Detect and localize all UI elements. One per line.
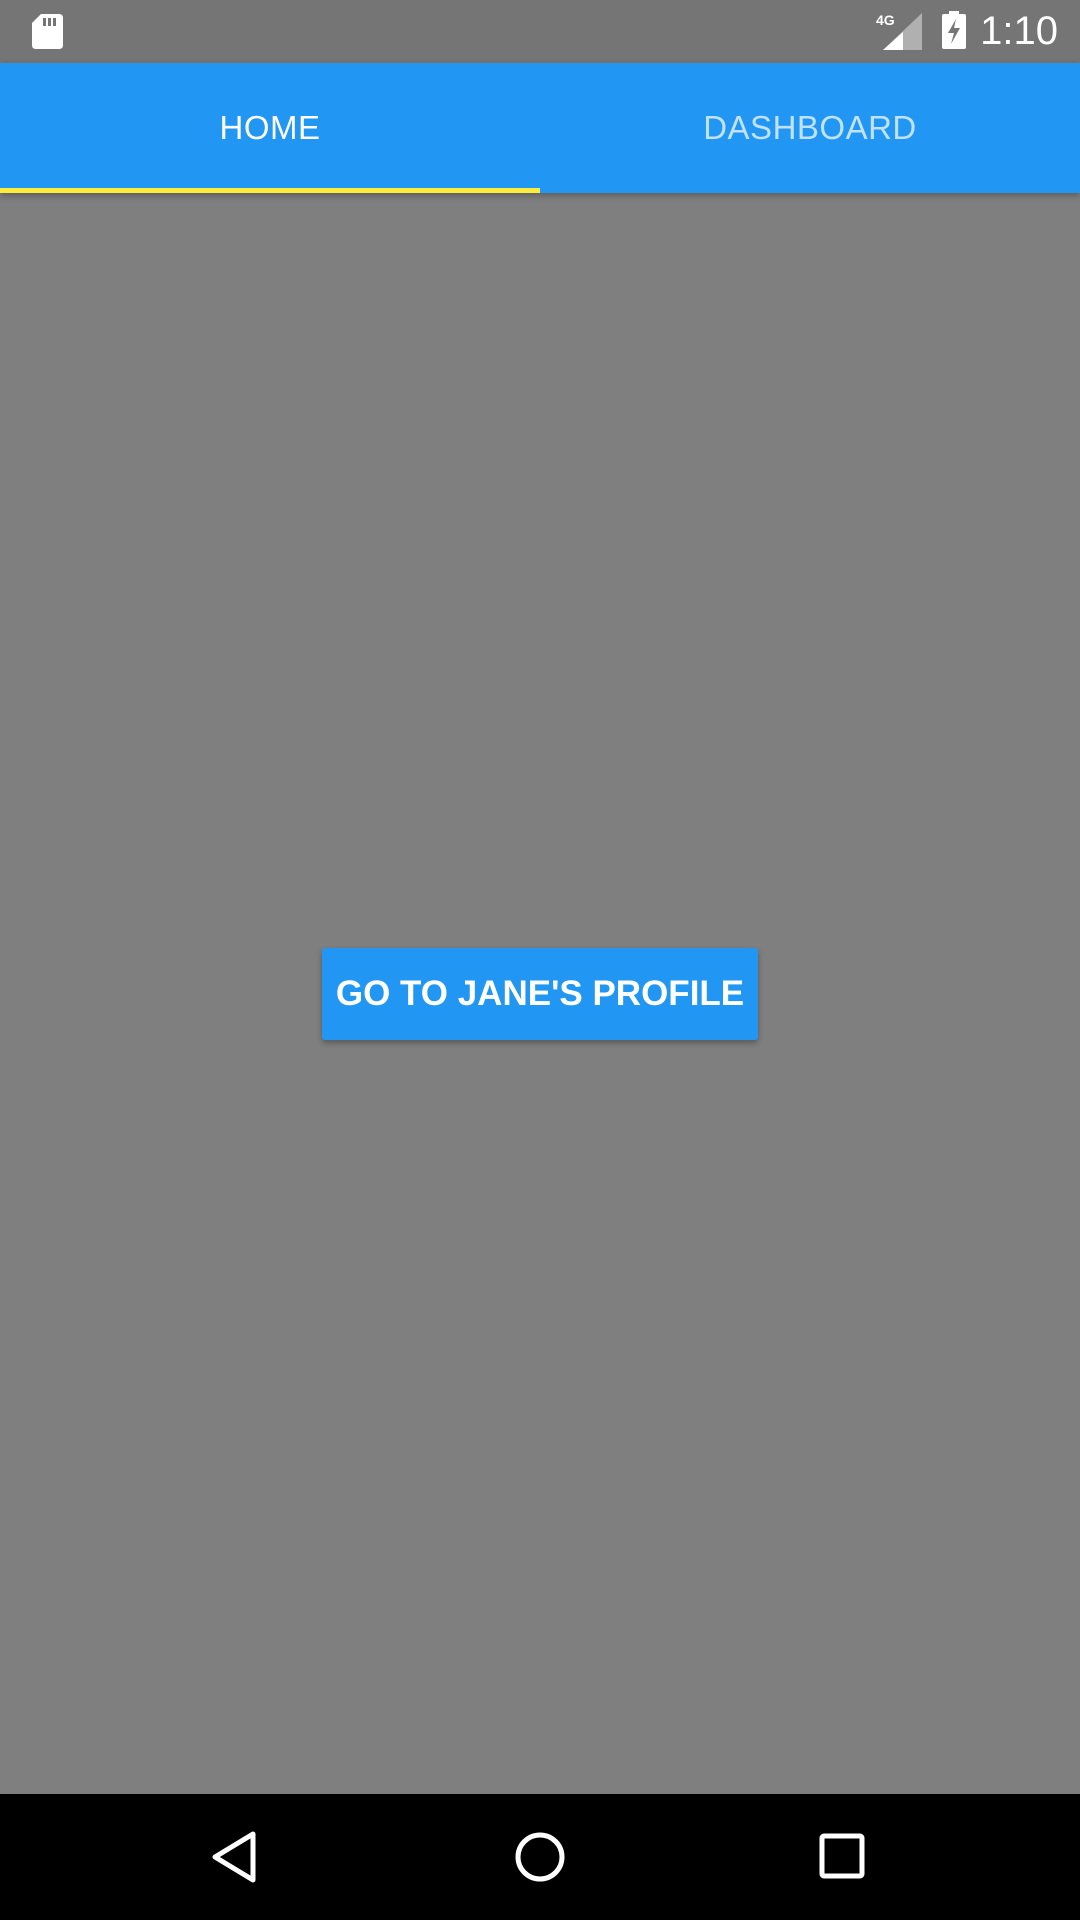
recents-icon[interactable] <box>808 1822 878 1892</box>
sd-card-icon <box>32 14 63 49</box>
tab-home[interactable]: HOME <box>0 63 540 193</box>
back-icon[interactable] <box>200 1822 270 1892</box>
tab-dashboard-label: DASHBOARD <box>703 109 917 146</box>
home-icon[interactable] <box>505 1822 575 1892</box>
tab-bar: HOME DASHBOARD <box>0 63 1080 193</box>
go-to-profile-button[interactable]: GO TO JANE'S PROFILE <box>322 948 758 1040</box>
clock: 1:10 <box>980 9 1058 53</box>
main-content: GO TO JANE'S PROFILE <box>0 193 1080 1794</box>
network-type-label: 4G <box>876 12 895 28</box>
tab-indicator <box>0 188 540 193</box>
navigation-bar <box>0 1794 1080 1920</box>
tab-home-label: HOME <box>219 109 321 146</box>
cellular-signal-icon: 4G <box>876 12 922 50</box>
status-bar: 4G 1:10 <box>0 0 1080 63</box>
battery-charging-icon <box>942 11 966 49</box>
tab-dashboard[interactable]: DASHBOARD <box>540 63 1080 193</box>
